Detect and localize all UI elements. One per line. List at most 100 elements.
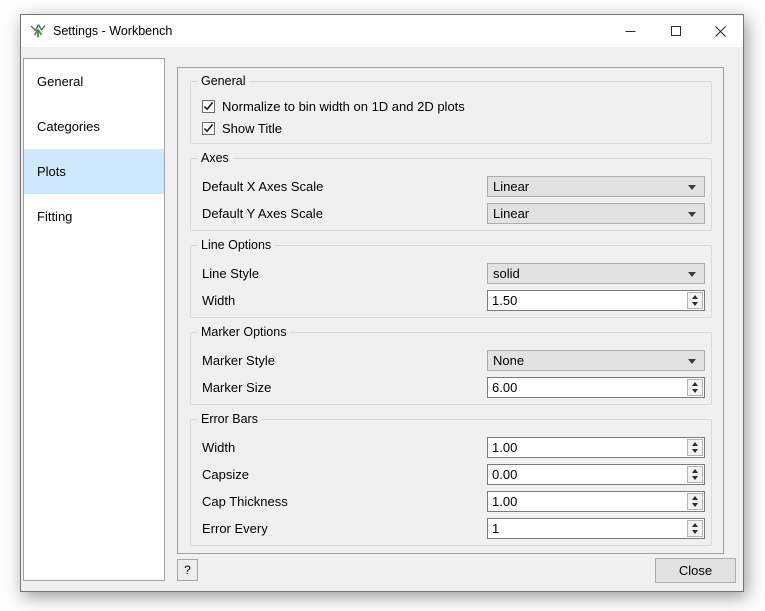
spin-down-button[interactable] [688,502,702,510]
group-marker-options: Marker Options Marker Style None Marker … [190,332,712,405]
minimize-button[interactable] [608,15,653,47]
dropdown-value: None [493,353,524,368]
help-button[interactable]: ? [177,559,198,581]
title-bar: Settings - Workbench [21,15,743,47]
default-y-axes-scale-dropdown[interactable]: Linear [487,203,705,224]
sidebar-item-fitting[interactable]: Fitting [24,194,164,239]
cap-thickness-input[interactable] [488,492,684,511]
spin-up-button[interactable] [688,521,702,529]
triangle-down-icon [692,476,698,480]
spin-down-button[interactable] [688,301,702,309]
spin-up-button[interactable] [688,293,702,301]
spin-down-button[interactable] [688,448,702,456]
row-label: Line Style [202,266,259,281]
setting-row-x-scale: Default X Axes Scale Linear [202,176,705,197]
normalize-bin-width-checkbox[interactable] [202,100,215,113]
spin-buttons [687,379,703,396]
triangle-up-icon [692,469,698,473]
setting-row-errorbar-width: Width [202,437,705,458]
setting-row-marker-style: Marker Style None [202,350,705,371]
row-label: Default X Axes Scale [202,179,323,194]
window-controls [608,15,743,47]
triangle-up-icon [692,496,698,500]
spin-down-button[interactable] [688,475,702,483]
spin-up-button[interactable] [688,467,702,475]
check-icon [203,123,214,134]
dropdown-value: Linear [493,206,529,221]
window-title: Settings - Workbench [53,24,172,38]
setting-row-normalize-bin-width: Normalize to bin width on 1D and 2D plot… [202,99,705,113]
spin-up-button[interactable] [688,494,702,502]
close-window-button[interactable] [698,15,743,47]
line-style-dropdown[interactable]: solid [487,263,705,284]
sidebar-item-plots[interactable]: Plots [24,149,164,194]
close-icon [715,26,726,37]
group-title: General [197,74,249,89]
triangle-up-icon [692,442,698,446]
row-label: Cap Thickness [202,494,288,509]
spin-down-button[interactable] [688,529,702,537]
mantid-logo-icon [30,23,46,39]
line-width-spinbox[interactable] [487,290,705,311]
setting-row-show-title: Show Title [202,121,705,135]
triangle-down-icon [692,503,698,507]
group-title: Axes [197,151,233,166]
spin-buttons [687,520,703,537]
errorbar-width-spinbox[interactable] [487,437,705,458]
setting-row-cap-thickness: Cap Thickness [202,491,705,512]
row-label: Width [202,440,235,455]
default-x-axes-scale-dropdown[interactable]: Linear [487,176,705,197]
show-title-checkbox[interactable] [202,122,215,135]
row-label: Default Y Axes Scale [202,206,323,221]
maximize-button[interactable] [653,15,698,47]
error-every-spinbox[interactable] [487,518,705,539]
spin-buttons [687,292,703,309]
setting-row-error-every: Error Every [202,518,705,539]
marker-style-dropdown[interactable]: None [487,350,705,371]
close-button[interactable]: Close [655,558,736,583]
check-icon [203,101,214,112]
spin-down-button[interactable] [688,388,702,396]
spin-up-button[interactable] [688,440,702,448]
group-general: General Normalize to bin width on 1D and… [190,81,712,144]
setting-row-line-style: Line Style solid [202,263,705,284]
row-label: Capsize [202,467,249,482]
triangle-down-icon [692,389,698,393]
dropdown-value: solid [493,266,520,281]
chevron-down-icon [688,272,696,277]
group-axes: Axes Default X Axes Scale Linear Default… [190,158,712,231]
plots-settings-panel: General Normalize to bin width on 1D and… [177,67,724,554]
marker-size-input[interactable] [488,378,684,397]
row-label: Marker Size [202,380,271,395]
row-label: Width [202,293,235,308]
triangle-down-icon [692,302,698,306]
setting-row-marker-size: Marker Size [202,377,705,398]
triangle-down-icon [692,530,698,534]
chevron-down-icon [688,359,696,364]
error-every-input[interactable] [488,519,684,538]
group-line-options: Line Options Line Style solid Width [190,245,712,318]
marker-size-spinbox[interactable] [487,377,705,398]
sidebar-item-general[interactable]: General [24,59,164,104]
line-width-input[interactable] [488,291,684,310]
chevron-down-icon [688,212,696,217]
spin-up-button[interactable] [688,380,702,388]
chevron-down-icon [688,185,696,190]
spin-buttons [687,466,703,483]
row-label: Error Every [202,521,268,536]
checkbox-label: Normalize to bin width on 1D and 2D plot… [222,99,465,114]
minimize-icon [625,26,636,37]
spin-buttons [687,439,703,456]
group-title: Marker Options [197,325,290,340]
setting-row-capsize: Capsize [202,464,705,485]
triangle-up-icon [692,295,698,299]
maximize-icon [671,26,681,36]
group-error-bars: Error Bars Width Capsize [190,419,712,546]
errorbar-width-input[interactable] [488,438,684,457]
group-title: Line Options [197,238,275,253]
cap-thickness-spinbox[interactable] [487,491,705,512]
capsize-spinbox[interactable] [487,464,705,485]
row-label: Marker Style [202,353,275,368]
capsize-input[interactable] [488,465,684,484]
sidebar-item-categories[interactable]: Categories [24,104,164,149]
